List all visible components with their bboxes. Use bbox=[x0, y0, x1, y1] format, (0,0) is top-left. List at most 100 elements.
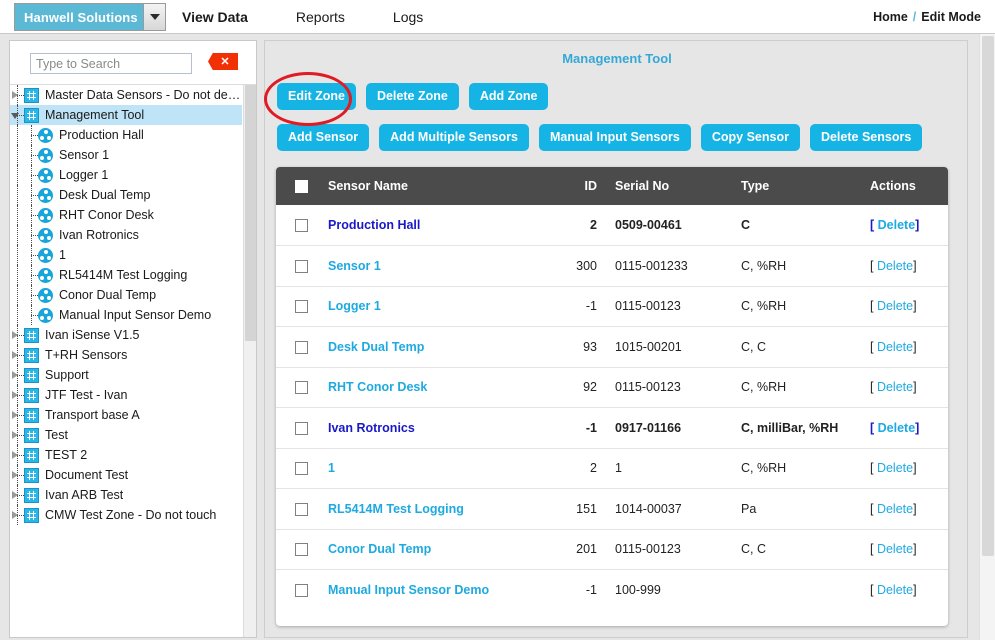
add-multiple-sensors-button[interactable]: Add Multiple Sensors bbox=[379, 124, 529, 151]
column-id[interactable]: ID bbox=[563, 167, 605, 205]
add-zone-button[interactable]: Add Zone bbox=[468, 83, 549, 110]
sensor-name-link[interactable]: 1 bbox=[328, 461, 335, 475]
table-row[interactable]: Desk Dual Temp 93 1015-00201 C, C[ Delete] bbox=[276, 326, 948, 368]
tab-logs[interactable]: Logs bbox=[393, 9, 423, 25]
delete-row-link[interactable]: Delete bbox=[873, 542, 913, 556]
table-row[interactable]: Production Hall 2 0509-00461 C[ Delete] bbox=[276, 205, 948, 246]
tree-item-conor-dual-temp[interactable]: Conor Dual Temp bbox=[10, 285, 242, 305]
chevron-right-icon[interactable] bbox=[12, 471, 18, 479]
chevron-right-icon[interactable] bbox=[12, 371, 18, 379]
delete-row-link[interactable]: Delete bbox=[873, 259, 913, 273]
tree-item-t-rh-sensors[interactable]: T+RH Sensors bbox=[10, 345, 242, 365]
tree-item-master-data-sensors-do-not-de[interactable]: Master Data Sensors - Do not de… bbox=[10, 85, 242, 105]
tree-item-ivan-isense-v1-5[interactable]: Ivan iSense V1.5 bbox=[10, 325, 242, 345]
tree-item-manual-input-sensor-demo[interactable]: Manual Input Sensor Demo bbox=[10, 305, 242, 325]
delete-zone-button[interactable]: Delete Zone bbox=[365, 83, 459, 110]
sensor-name-link[interactable]: Logger 1 bbox=[328, 299, 381, 313]
search-input[interactable] bbox=[30, 53, 192, 74]
sensor-name-link[interactable]: Ivan Rotronics bbox=[328, 421, 415, 435]
delete-sensors-button[interactable]: Delete Sensors bbox=[809, 124, 923, 151]
delete-row-link[interactable]: Delete bbox=[873, 299, 913, 313]
chevron-down-icon[interactable] bbox=[143, 4, 165, 30]
page-scrollbar-thumb[interactable] bbox=[982, 36, 994, 556]
table-row[interactable]: Logger 1 -1 0115-00123 C, %RH[ Delete] bbox=[276, 286, 948, 327]
tree-item-support[interactable]: Support bbox=[10, 365, 242, 385]
table-row[interactable]: Manual Input Sensor Demo -1 100-999 [ Delet… bbox=[276, 570, 948, 611]
delete-row-link[interactable]: Delete bbox=[873, 340, 913, 354]
chevron-right-icon[interactable] bbox=[12, 91, 18, 99]
chevron-right-icon[interactable] bbox=[12, 451, 18, 459]
tree-item-desk-dual-temp[interactable]: Desk Dual Temp bbox=[10, 185, 242, 205]
sensor-name-link[interactable]: Conor Dual Temp bbox=[328, 542, 431, 556]
tree-item-test[interactable]: Test bbox=[10, 425, 242, 445]
sensor-name-link[interactable]: RL5414M Test Logging bbox=[328, 502, 464, 516]
chevron-right-icon[interactable] bbox=[12, 391, 18, 399]
breadcrumb-home[interactable]: Home bbox=[873, 10, 908, 24]
tree-item-1[interactable]: 1 bbox=[10, 245, 242, 265]
column-type[interactable]: Type bbox=[735, 167, 870, 205]
table-row[interactable]: RL5414M Test Logging 151 1014-00037 Pa[ Del… bbox=[276, 488, 948, 530]
close-icon[interactable]: ✕ bbox=[208, 53, 238, 70]
tree-item-management-tool[interactable]: Management Tool bbox=[10, 105, 242, 125]
chevron-right-icon[interactable] bbox=[12, 411, 18, 419]
table-row[interactable]: 1 2 1 C, %RH[ Delete] bbox=[276, 448, 948, 489]
tree-item-cmw-test-zone-do-not-touch[interactable]: CMW Test Zone - Do not touch bbox=[10, 505, 242, 525]
manual-input-sensors-button[interactable]: Manual Input Sensors bbox=[538, 124, 691, 151]
close-icon-x: ✕ bbox=[220, 56, 230, 68]
chevron-right-icon[interactable] bbox=[12, 491, 18, 499]
table-row[interactable]: RHT Conor Desk 92 0115-00123 C, %RH[ Delete… bbox=[276, 367, 948, 408]
chevron-right-icon[interactable] bbox=[12, 431, 18, 439]
table-row[interactable]: Conor Dual Temp 201 0115-00123 C, C[ Delete… bbox=[276, 529, 948, 570]
delete-row-link[interactable]: Delete bbox=[874, 218, 916, 232]
select-all-checkbox[interactable] bbox=[295, 180, 308, 194]
tree-item-document-test[interactable]: Document Test bbox=[10, 465, 242, 485]
tree-item-jtf-test-ivan[interactable]: JTF Test - Ivan bbox=[10, 385, 242, 405]
row-checkbox[interactable] bbox=[295, 584, 308, 598]
chevron-down-icon[interactable] bbox=[11, 113, 19, 119]
row-checkbox[interactable] bbox=[295, 543, 308, 557]
delete-row-link[interactable]: Delete bbox=[873, 380, 913, 394]
column-sensor-name[interactable]: Sensor Name bbox=[328, 167, 563, 205]
tree-item-logger-1[interactable]: Logger 1 bbox=[10, 165, 242, 185]
tree-item-test-2[interactable]: TEST 2 bbox=[10, 445, 242, 465]
tree-item-rht-conor-desk[interactable]: RHT Conor Desk bbox=[10, 205, 242, 225]
brand-dropdown[interactable]: Hanwell Solutions bbox=[14, 3, 166, 31]
tree-item-transport-base-a[interactable]: Transport base A bbox=[10, 405, 242, 425]
page-scrollbar[interactable] bbox=[979, 34, 995, 640]
tab-reports[interactable]: Reports bbox=[296, 9, 345, 25]
tree-item-sensor-1[interactable]: Sensor 1 bbox=[10, 145, 242, 165]
row-checkbox[interactable] bbox=[295, 502, 308, 516]
sidebar-scrollbar[interactable] bbox=[243, 41, 256, 637]
tree-item-ivan-arb-test[interactable]: Ivan ARB Test bbox=[10, 485, 242, 505]
row-checkbox[interactable] bbox=[295, 340, 308, 354]
tab-view-data[interactable]: View Data bbox=[182, 9, 248, 25]
tree-item-production-hall[interactable]: Production Hall bbox=[10, 125, 242, 145]
row-checkbox[interactable] bbox=[295, 300, 308, 314]
sensor-name-link[interactable]: Production Hall bbox=[328, 218, 420, 232]
sensor-name-link[interactable]: RHT Conor Desk bbox=[328, 380, 427, 394]
chevron-right-icon[interactable] bbox=[12, 511, 18, 519]
table-row[interactable]: Ivan Rotronics -1 0917-01166 C, milliBar, %… bbox=[276, 407, 948, 449]
row-checkbox[interactable] bbox=[295, 219, 308, 233]
copy-sensor-button[interactable]: Copy Sensor bbox=[700, 124, 800, 151]
delete-row-link[interactable]: Delete bbox=[873, 583, 913, 597]
add-sensor-button[interactable]: Add Sensor bbox=[277, 124, 370, 151]
tree-item-rl5414m-test-logging[interactable]: RL5414M Test Logging bbox=[10, 265, 242, 285]
tree-item-ivan-rotronics[interactable]: Ivan Rotronics bbox=[10, 225, 242, 245]
row-checkbox[interactable] bbox=[295, 381, 308, 395]
chevron-right-icon[interactable] bbox=[12, 331, 18, 339]
sensor-name-link[interactable]: Sensor 1 bbox=[328, 259, 381, 273]
edit-zone-button[interactable]: Edit Zone bbox=[277, 83, 356, 110]
delete-row-link[interactable]: Delete bbox=[874, 421, 916, 435]
sensor-name-link[interactable]: Desk Dual Temp bbox=[328, 340, 424, 354]
sensor-name-link[interactable]: Manual Input Sensor Demo bbox=[328, 583, 489, 597]
sidebar-scrollbar-thumb[interactable] bbox=[245, 41, 256, 341]
row-checkbox[interactable] bbox=[295, 421, 308, 435]
row-checkbox[interactable] bbox=[295, 462, 308, 476]
delete-row-link[interactable]: Delete bbox=[873, 461, 913, 475]
delete-row-link[interactable]: Delete bbox=[873, 502, 913, 516]
column-serial-no[interactable]: Serial No bbox=[605, 167, 735, 205]
chevron-right-icon[interactable] bbox=[12, 351, 18, 359]
row-checkbox[interactable] bbox=[295, 259, 308, 273]
table-row[interactable]: Sensor 1 300 0115-001233 C, %RH[ Delete] bbox=[276, 245, 948, 287]
